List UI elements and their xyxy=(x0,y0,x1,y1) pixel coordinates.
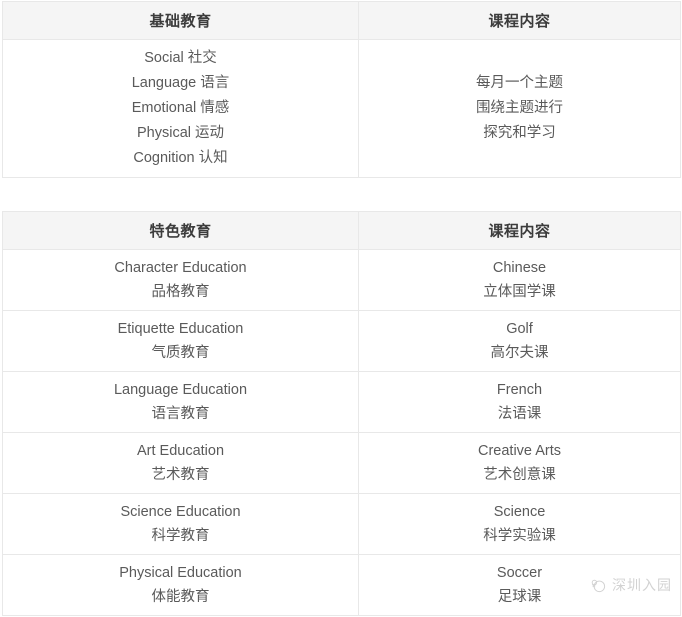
cell-line-english: Physical Education xyxy=(119,565,242,581)
cell-line-english: Creative Arts xyxy=(478,443,561,459)
cell-line-chinese: 足球课 xyxy=(497,589,542,605)
cell-featured-subject: Character Education 品格教育 xyxy=(2,249,359,311)
cell-basic-education-course-content: 每月一个主题 围绕主题进行 探究和学习 xyxy=(358,39,681,178)
cell-text-block: Language Education 语言教育 xyxy=(3,378,358,426)
cell-featured-subject: Physical Education 体能教育 xyxy=(2,554,359,616)
cell-line-chinese: 科学实验课 xyxy=(483,528,556,544)
cell-featured-course-content: Chinese 立体国学课 xyxy=(358,249,681,311)
cell-text-block: Golf 高尔夫课 xyxy=(359,317,680,365)
cell-line: 每月一个主题 xyxy=(476,75,563,91)
page-root: 基础教育 课程内容 Social 社交 Language 语言 Emotiona… xyxy=(0,1,682,617)
cell-line-english: Science Education xyxy=(120,504,241,520)
table-basic-education: 基础教育 课程内容 Social 社交 Language 语言 Emotiona… xyxy=(2,1,681,178)
cell-line-chinese: 品格教育 xyxy=(151,284,210,300)
cell-featured-subject: Etiquette Education 气质教育 xyxy=(2,310,359,372)
table-row: Art Education 艺术教育 Creative Arts 艺术创意课 xyxy=(2,432,681,494)
cell-line-chinese: 高尔夫课 xyxy=(490,345,549,361)
table-row: Language Education 语言教育 French 法语课 xyxy=(2,371,681,433)
cell-line-english: Etiquette Education xyxy=(117,321,244,337)
cell-text-block: Character Education 品格教育 xyxy=(3,256,358,304)
cell-line: 围绕主题进行 xyxy=(476,100,563,116)
cell-featured-course-content: French 法语课 xyxy=(358,371,681,433)
cell-line-chinese: 语言教育 xyxy=(151,406,210,422)
cell-featured-course-content: Soccer 足球课 xyxy=(358,554,681,616)
cell-line-english: Golf xyxy=(506,321,533,337)
cell-text-block: French 法语课 xyxy=(359,378,680,426)
cell-text-block: Creative Arts 艺术创意课 xyxy=(359,439,680,487)
table-row: Physical Education 体能教育 Soccer 足球课 xyxy=(2,554,681,616)
cell-line-english: Chinese xyxy=(492,260,547,276)
table-header-row: 特色教育 课程内容 xyxy=(2,211,681,250)
column-header-course-content: 课程内容 xyxy=(358,1,681,40)
cell-line-chinese: 艺术教育 xyxy=(151,467,210,483)
cell-featured-course-content: Science 科学实验课 xyxy=(358,493,681,555)
cell-text-block: 每月一个主题 围绕主题进行 探究和学习 xyxy=(359,71,680,146)
cell-line-english: French xyxy=(496,382,543,398)
cell-featured-subject: Language Education 语言教育 xyxy=(2,371,359,433)
cell-text-block: Soccer 足球课 xyxy=(359,561,680,609)
cell-text-block: Science Education 科学教育 xyxy=(3,500,358,548)
cell-text-block: Art Education 艺术教育 xyxy=(3,439,358,487)
cell-line: Physical 运动 xyxy=(136,125,225,141)
cell-line-chinese: 气质教育 xyxy=(151,345,210,361)
cell-line: 探究和学习 xyxy=(483,125,556,141)
cell-line-english: Soccer xyxy=(496,565,543,581)
cell-line-chinese: 科学教育 xyxy=(151,528,210,544)
table-row: Etiquette Education 气质教育 Golf 高尔夫课 xyxy=(2,310,681,372)
cell-line-english: Language Education xyxy=(113,382,248,398)
cell-line-chinese: 立体国学课 xyxy=(483,284,556,300)
cell-text-block: Etiquette Education 气质教育 xyxy=(3,317,358,365)
table-spacer xyxy=(0,178,682,211)
cell-line: Language 语言 xyxy=(131,75,230,91)
column-header-basic-education: 基础教育 xyxy=(2,1,359,40)
cell-line-chinese: 艺术创意课 xyxy=(483,467,556,483)
cell-line-chinese: 体能教育 xyxy=(151,589,210,605)
cell-text-block: Chinese 立体国学课 xyxy=(359,256,680,304)
column-header-featured-education: 特色教育 xyxy=(2,211,359,250)
cell-line-english: Character Education xyxy=(114,260,247,276)
table-row: Character Education 品格教育 Chinese 立体国学课 xyxy=(2,249,681,311)
cell-basic-education-subjects: Social 社交 Language 语言 Emotional 情感 Physi… xyxy=(2,39,359,178)
cell-line-english: Art Education xyxy=(136,443,225,459)
table-row: Science Education 科学教育 Science 科学实验课 xyxy=(2,493,681,555)
table-header-row: 基础教育 课程内容 xyxy=(2,1,681,40)
cell-line-english: Science xyxy=(493,504,546,520)
cell-featured-course-content: Creative Arts 艺术创意课 xyxy=(358,432,681,494)
cell-line: Emotional 情感 xyxy=(131,100,230,116)
cell-featured-course-content: Golf 高尔夫课 xyxy=(358,310,681,372)
cell-text-block: Physical Education 体能教育 xyxy=(3,561,358,609)
cell-text-block: Social 社交 Language 语言 Emotional 情感 Physi… xyxy=(3,46,358,171)
cell-featured-subject: Art Education 艺术教育 xyxy=(2,432,359,494)
cell-text-block: Science 科学实验课 xyxy=(359,500,680,548)
table-row: Social 社交 Language 语言 Emotional 情感 Physi… xyxy=(2,39,681,178)
cell-line: Social 社交 xyxy=(144,50,217,66)
table-featured-education: 特色教育 课程内容 Character Education 品格教育 Chine… xyxy=(2,211,681,616)
cell-line: Cognition 认知 xyxy=(133,150,228,166)
cell-featured-subject: Science Education 科学教育 xyxy=(2,493,359,555)
cell-line-chinese: 法语课 xyxy=(497,406,542,422)
column-header-course-content: 课程内容 xyxy=(358,211,681,250)
